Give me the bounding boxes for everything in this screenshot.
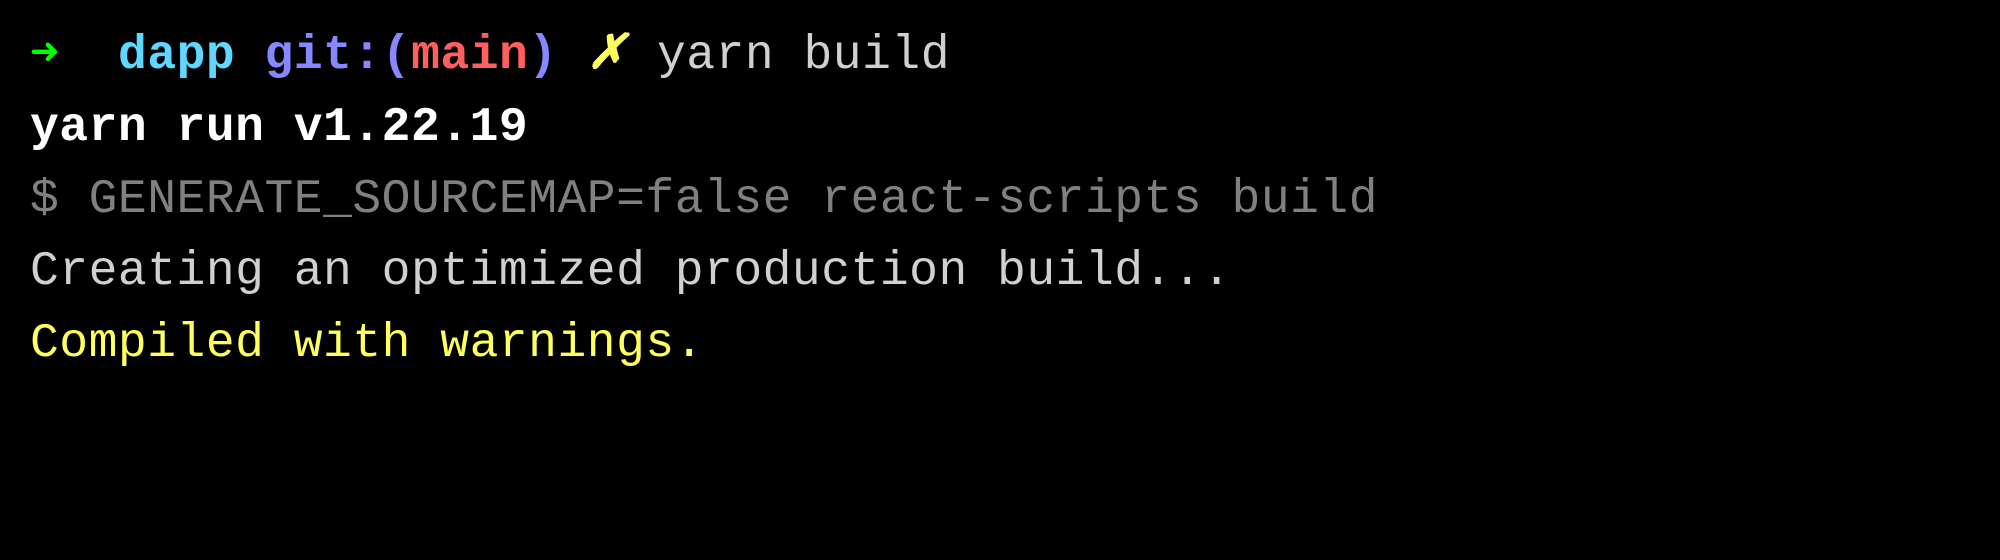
paren-open: ( — [382, 29, 411, 83]
cwd-label: dapp — [118, 29, 235, 83]
script-line: $ GENERATE_SOURCEMAP=false react-scripts… — [30, 164, 1970, 236]
yarn-version-line: yarn run v1.22.19 — [30, 92, 1970, 164]
prompt-arrow-icon: ➜ — [30, 29, 59, 83]
yarn-run-text: yarn run v1.22.19 — [30, 101, 528, 155]
warning-line: Compiled with warnings. — [30, 308, 1970, 380]
prompt-line[interactable]: ➜ dapp git:(main) ✗ yarn build — [30, 20, 1970, 92]
git-branch: main — [411, 29, 528, 83]
command-text: yarn build — [657, 29, 950, 83]
warning-text: Compiled with warnings. — [30, 317, 704, 371]
git-dirty-icon: ✗ — [587, 29, 628, 83]
status-text: Creating an optimized production build..… — [30, 245, 1232, 299]
script-command-text: GENERATE_SOURCEMAP=false react-scripts b… — [89, 173, 1378, 227]
git-label: git: — [265, 29, 382, 83]
status-line: Creating an optimized production build..… — [30, 236, 1970, 308]
paren-close: ) — [528, 29, 557, 83]
dollar-icon: $ — [30, 173, 59, 227]
